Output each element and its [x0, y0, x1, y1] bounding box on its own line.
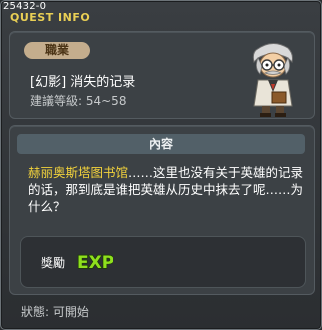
- quest-description: 赫丽奥斯塔图书馆……这里也没有关于英雄的记录的话，那到底是谁把英雄从历史中抹去了…: [28, 164, 304, 215]
- scholar-npc-icon: [252, 43, 293, 117]
- quest-name: [幻影] 消失的记录: [30, 75, 136, 90]
- reward-label: 獎勵: [41, 256, 66, 270]
- exp-text: EXP: [77, 253, 113, 273]
- reward-box: 獎勵 EXP: [20, 236, 306, 288]
- recommended-level: 建議等級: 54~58: [30, 94, 127, 108]
- window-title: QUEST INFO: [10, 11, 91, 24]
- content-header: 內容: [17, 134, 305, 154]
- job-badge: 職業: [24, 42, 90, 59]
- content-panel: 內容 赫丽奥斯塔图书馆……这里也没有关于英雄的记录的话，那到底是谁把英雄从历史中…: [9, 125, 315, 295]
- exp-icon: EXP: [76, 252, 113, 273]
- quest-info-window: 25432-0 QUEST INFO 職業 [幻影] 消失的记录 建議等級: 5…: [0, 0, 322, 330]
- quest-summary-panel: 職業 [幻影] 消失的记录 建議等級: 54~58: [9, 31, 315, 119]
- quest-status: 狀態: 可開始: [21, 305, 89, 319]
- description-highlight: 赫丽奥斯塔图书馆: [28, 165, 129, 180]
